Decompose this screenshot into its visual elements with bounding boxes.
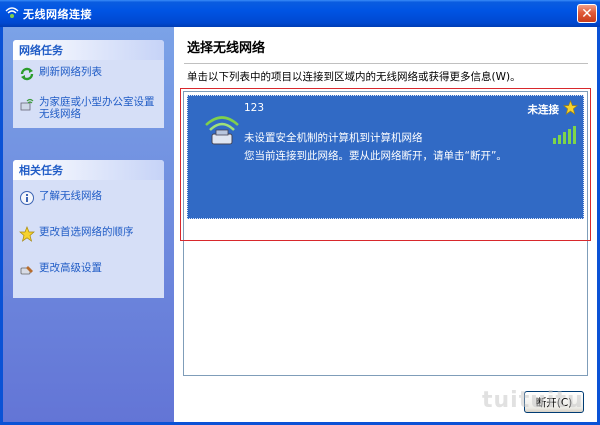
network-ssid: 123 [244,102,265,114]
setup-wireless-network-label: 为家庭或小型办公室设置无线网络 [39,96,155,120]
wireless-icon [5,6,19,18]
star-icon [19,226,35,242]
signal-bar [553,138,556,144]
signal-bar [573,126,576,144]
change-preferred-order-link[interactable]: 更改首选网络的顺序 [19,226,160,242]
wireless-network-icon [205,116,239,145]
network-list-item[interactable]: 123 未连接 未设置安全机制的计算机到计算机网络 您当前连接到此网络。要从此网… [187,95,584,219]
setup-wireless-network-link[interactable]: 为家庭或小型办公室设置无线网络 [19,96,160,120]
network-tasks-panel: 网络任务 刷新网络列表 为家庭或小型办公室设置无线网络 [13,40,164,128]
window-body: 网络任务 刷新网络列表 为家庭或小型办公室设置无线网络 相关任务 了解无线网络 … [3,27,597,422]
settings-icon [20,266,33,275]
related-tasks-panel: 相关任务 了解无线网络 更改首选网络的顺序 更改高级设置 [13,160,164,298]
task-pane: 网络任务 刷新网络列表 为家庭或小型办公室设置无线网络 相关任务 了解无线网络 … [3,27,174,422]
learn-wireless-label: 了解无线网络 [39,190,102,202]
instruction-text: 单击以下列表中的项目以连接到区域内的无线网络或获得更多信息(W)。 [187,71,521,83]
connection-status: 未连接 [527,104,560,116]
window-title: 无线网络连接 [23,7,92,21]
signal-bar [558,135,561,144]
related-tasks-header: 相关任务 [13,160,164,180]
network-note: 您当前连接到此网络。要从此网络断开，请单击“断开”。 [244,150,507,162]
preferred-star-icon [563,100,578,115]
setup-wizard-icon [20,98,34,111]
heading-divider [184,63,588,64]
refresh-network-list-label: 刷新网络列表 [39,66,102,78]
info-icon [20,191,34,205]
watermark: tuituitu [482,388,584,413]
window-frame: 网络任务 刷新网络列表 为家庭或小型办公室设置无线网络 相关任务 了解无线网络 … [0,27,600,425]
signal-bar [568,129,571,144]
refresh-icon [20,67,34,81]
page-title: 选择无线网络 [187,41,266,56]
network-list[interactable]: 123 未连接 未设置安全机制的计算机到计算机网络 您当前连接到此网络。要从此网… [183,91,588,376]
signal-bar [563,132,566,144]
learn-wireless-link[interactable]: 了解无线网络 [19,190,160,206]
main-content: 选择无线网络 单击以下列表中的项目以连接到区域内的无线网络或获得更多信息(W)。… [174,27,597,422]
title-bar[interactable]: 无线网络连接 ✕ [0,0,600,27]
advanced-settings-label: 更改高级设置 [39,262,102,274]
change-preferred-order-label: 更改首选网络的顺序 [39,226,134,238]
advanced-settings-link[interactable]: 更改高级设置 [19,262,160,278]
network-description: 未设置安全机制的计算机到计算机网络 [244,132,423,144]
close-button[interactable]: ✕ [577,4,597,23]
network-tasks-header: 网络任务 [13,40,164,60]
signal-strength-icon [553,126,576,144]
refresh-network-list-link[interactable]: 刷新网络列表 [19,66,160,82]
